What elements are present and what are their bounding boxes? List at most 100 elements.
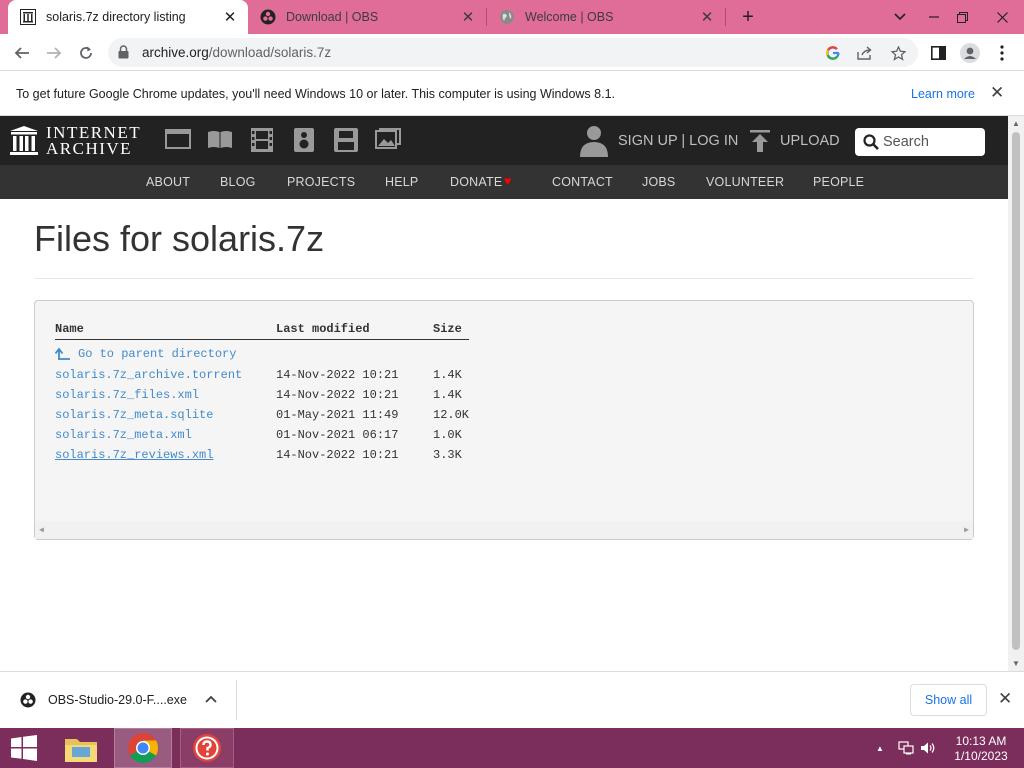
google-lens-icon[interactable] — [824, 44, 842, 62]
file-link[interactable]: solaris.7z_meta.sqlite — [55, 408, 213, 422]
nav-people[interactable]: PEOPLE — [813, 175, 864, 189]
help-app-icon[interactable] — [180, 728, 234, 768]
tab-download-obs[interactable]: Download | OBS ✕ — [248, 0, 486, 34]
nav-help[interactable]: HELP — [385, 175, 418, 189]
ia-logo[interactable]: INTERNET ARCHIVE — [10, 124, 141, 158]
show-all-button[interactable]: Show all — [910, 684, 987, 716]
archive-building-icon — [10, 126, 38, 155]
file-link[interactable]: solaris.7z_archive.torrent — [55, 368, 242, 382]
share-icon[interactable] — [856, 44, 874, 62]
close-window-button[interactable] — [982, 0, 1022, 34]
tab-solaris[interactable]: solaris.7z directory listing ✕ — [8, 0, 248, 34]
column-header-size[interactable]: Size — [433, 322, 462, 336]
screen: solaris.7z directory listing ✕ Download … — [0, 0, 1024, 768]
volume-icon[interactable] — [920, 728, 936, 768]
signup-login-link[interactable]: SIGN UP | LOG IN — [618, 133, 738, 149]
web-icon[interactable] — [165, 128, 191, 152]
learn-more-link[interactable]: Learn more — [911, 87, 975, 101]
bookmark-star-icon[interactable] — [889, 44, 907, 62]
listing-horizontal-scrollbar[interactable]: ◀ ▶ — [35, 521, 973, 539]
file-modified: 14-Nov-2022 10:21 — [276, 368, 399, 382]
file-size: 1.4K — [433, 388, 462, 402]
chrome-taskbar-icon[interactable] — [114, 728, 172, 768]
url-host: archive.org — [142, 45, 209, 60]
software-disk-icon[interactable] — [333, 128, 359, 152]
network-icon[interactable] — [898, 728, 914, 768]
video-film-icon[interactable] — [249, 128, 275, 152]
parent-directory-link[interactable]: Go to parent directory — [55, 347, 236, 361]
search-placeholder: Search — [883, 134, 929, 150]
ia-logo-line2: ARCHIVE — [46, 139, 133, 158]
file-link[interactable]: solaris.7z_meta.xml — [55, 428, 192, 442]
download-filename: OBS-Studio-29.0-F....exe — [48, 693, 187, 707]
nav-about[interactable]: ABOUT — [146, 175, 190, 189]
file-link[interactable]: solaris.7z_files.xml — [55, 388, 199, 402]
column-header-name[interactable]: Name — [55, 322, 84, 336]
chevron-up-icon[interactable] — [205, 690, 217, 706]
close-tab-icon[interactable]: ✕ — [458, 7, 478, 27]
nav-contact[interactable]: CONTACT — [552, 175, 613, 189]
scroll-right-icon[interactable]: ▶ — [964, 525, 969, 535]
audio-speaker-icon[interactable] — [291, 128, 317, 152]
url-text: archive.org/download/solaris.7z — [142, 45, 331, 60]
nav-projects[interactable]: PROJECTS — [287, 175, 355, 189]
file-size: 1.0K — [433, 428, 462, 442]
close-tab-icon[interactable]: ✕ — [220, 7, 240, 27]
file-row: solaris.7z_archive.torrent 14-Nov-2022 1… — [35, 368, 973, 388]
nav-donate[interactable]: DONATE — [450, 175, 502, 189]
obs-file-icon — [20, 692, 36, 708]
back-button[interactable] — [8, 39, 36, 67]
file-size: 12.0K — [433, 408, 470, 422]
profile-avatar-icon[interactable] — [956, 39, 984, 67]
heart-icon: ♥ — [504, 174, 512, 188]
nav-volunteer[interactable]: VOLUNTEER — [706, 175, 784, 189]
scroll-up-icon[interactable]: ▲ — [1012, 119, 1020, 128]
tray-expand-icon[interactable]: ▲ — [876, 728, 884, 768]
file-modified: 14-Nov-2022 10:21 — [276, 448, 399, 462]
reload-button[interactable] — [72, 39, 100, 67]
download-item[interactable]: OBS-Studio-29.0-F....exe — [20, 692, 187, 708]
file-link[interactable]: solaris.7z_reviews.xml — [55, 448, 213, 462]
url-path: /download/solaris.7z — [208, 45, 332, 60]
upload-link[interactable]: UPLOAD — [780, 133, 840, 149]
windows-taskbar: ▲ 10:13 AM 1/10/2023 — [0, 728, 1024, 768]
clock-date: 1/10/2023 — [954, 749, 1008, 763]
user-icon[interactable] — [580, 125, 608, 162]
texts-book-icon[interactable] — [207, 128, 233, 152]
scroll-left-icon[interactable]: ◀ — [39, 525, 44, 535]
scrollbar-thumb[interactable] — [1012, 132, 1020, 650]
upload-icon[interactable] — [750, 130, 770, 157]
file-explorer-icon[interactable] — [56, 728, 106, 768]
shelf-divider — [236, 680, 237, 720]
nav-jobs[interactable]: JOBS — [642, 175, 675, 189]
scroll-down-icon[interactable]: ▼ — [1012, 659, 1020, 668]
tab-welcome-obs[interactable]: Welcome | OBS ✕ — [487, 0, 725, 34]
file-row: solaris.7z_reviews.xml 14-Nov-2022 10:21… — [35, 448, 973, 468]
file-modified: 01-Nov-2021 06:17 — [276, 428, 399, 442]
parent-arrow-icon — [55, 347, 70, 360]
start-button[interactable] — [0, 728, 48, 768]
address-bar[interactable]: archive.org/download/solaris.7z — [108, 38, 918, 67]
close-tab-icon[interactable]: ✕ — [697, 7, 717, 27]
column-header-modified[interactable]: Last modified — [276, 322, 370, 336]
page-vertical-scrollbar[interactable]: ▲ ▼ — [1008, 116, 1024, 671]
restore-button[interactable] — [942, 0, 982, 34]
obs-favicon-icon — [260, 9, 276, 25]
tab-title: solaris.7z directory listing — [46, 10, 186, 24]
infobar-message: To get future Google Chrome updates, you… — [16, 87, 615, 101]
directory-listing: Name Last modified Size Go to parent dir… — [34, 300, 974, 540]
chrome-menu-icon[interactable] — [988, 39, 1016, 67]
close-shelf-icon[interactable]: ✕ — [998, 689, 1012, 709]
ia-search-input[interactable]: Search — [855, 128, 985, 156]
side-panel-icon[interactable] — [924, 39, 952, 67]
images-icon[interactable] — [375, 128, 401, 152]
update-infobar: To get future Google Chrome updates, you… — [0, 72, 1024, 116]
file-row: solaris.7z_meta.sqlite 01-May-2021 11:49… — [35, 408, 973, 428]
nav-blog[interactable]: BLOG — [220, 175, 256, 189]
taskbar-clock[interactable]: 10:13 AM 1/10/2023 — [948, 734, 1014, 764]
forward-button[interactable] — [40, 39, 68, 67]
close-infobar-icon[interactable]: ✕ — [990, 83, 1004, 103]
lock-icon — [118, 45, 129, 64]
ia-header: INTERNETARCHIVE SIGN UP | LOG IN UPLOAD — [0, 116, 1008, 165]
new-tab-button[interactable]: + — [736, 5, 760, 29]
